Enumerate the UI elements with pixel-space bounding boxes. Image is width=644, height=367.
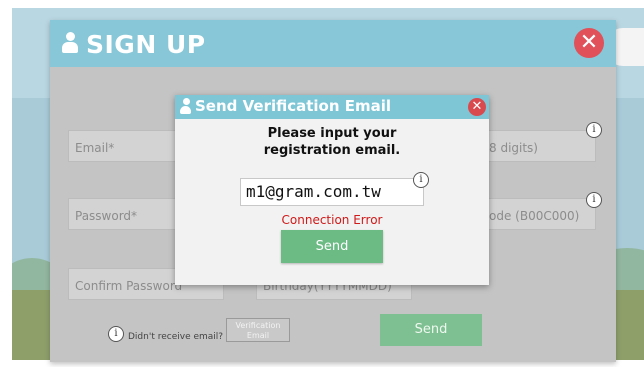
didnt-receive-label: Didn't receive email?: [128, 332, 224, 342]
email-field[interactable]: Email*: [68, 130, 186, 162]
prompt-line-1: Please input your: [267, 126, 397, 141]
modal-title: Send Verification Email: [195, 97, 392, 115]
verification-modal: Send Verification Email ✕ Please input y…: [175, 95, 489, 285]
verification-email-input[interactable]: m1@gram.com.tw: [240, 178, 424, 206]
error-message: Connection Error: [281, 213, 383, 227]
signup-header: SIGN UP ✕: [50, 20, 616, 67]
user-icon: [62, 32, 78, 54]
phone-field[interactable]: 8 digits): [482, 130, 596, 162]
user-icon: [180, 98, 191, 115]
email-info-icon[interactable]: i: [413, 172, 429, 188]
modal-prompt: Please input your registration email.: [175, 125, 489, 159]
password-field[interactable]: Password*: [68, 198, 186, 230]
modal-header: Send Verification Email ✕: [175, 95, 489, 119]
code-info-icon[interactable]: i: [586, 192, 602, 208]
code-field[interactable]: ode (B00C000): [482, 198, 596, 230]
verification-email-button[interactable]: Verification Email: [226, 318, 290, 342]
modal-send-button[interactable]: Send: [281, 230, 383, 263]
phone-info-icon[interactable]: i: [586, 122, 602, 138]
modal-close-button[interactable]: ✕: [468, 98, 486, 116]
signup-send-button[interactable]: Send: [380, 314, 482, 346]
resend-info-icon[interactable]: i: [108, 326, 124, 342]
prompt-line-2: registration email.: [263, 143, 401, 158]
close-button[interactable]: ✕: [574, 28, 604, 58]
page-title: SIGN UP: [86, 30, 206, 59]
